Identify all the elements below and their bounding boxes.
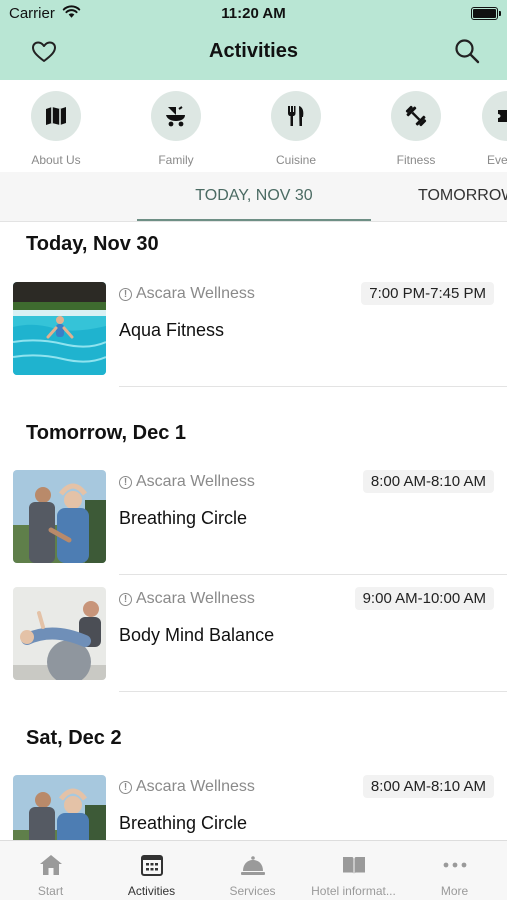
row-divider bbox=[119, 574, 507, 575]
category-label: Family bbox=[158, 153, 194, 167]
activity-image bbox=[13, 282, 106, 375]
venue-name: Ascara Wellness bbox=[136, 473, 255, 490]
dumbbell-icon bbox=[391, 91, 441, 141]
venue-name: Ascara Wellness bbox=[136, 590, 255, 607]
category-cuisine[interactable]: Cuisine bbox=[241, 91, 351, 167]
time-badge: 9:00 AM-10:00 AM bbox=[354, 587, 494, 610]
active-tab-indicator bbox=[137, 219, 371, 221]
fork-knife-icon bbox=[271, 91, 321, 141]
tab-label: Activities bbox=[127, 884, 176, 898]
info-icon: ! bbox=[119, 781, 132, 794]
date-tabs: TODAY, NOV 30 TOMORROW bbox=[0, 172, 507, 222]
activity-name: Breathing Circle bbox=[119, 813, 248, 833]
calendar-icon bbox=[141, 855, 163, 876]
tab-services[interactable]: Services bbox=[202, 841, 303, 900]
home-icon bbox=[40, 855, 62, 875]
pool-photo bbox=[13, 282, 106, 375]
tab-label: Hotel informat... bbox=[311, 884, 396, 898]
book-icon bbox=[343, 857, 365, 874]
time-badge: 8:00 AM-8:10 AM bbox=[362, 775, 494, 798]
activity-image bbox=[13, 470, 106, 563]
time-badge: 8:00 AM-8:10 AM bbox=[362, 470, 494, 493]
venue-name: Ascara Wellness bbox=[136, 285, 255, 302]
info-icon: ! bbox=[119, 288, 132, 301]
status-bar: Carrier 11:20 AM bbox=[0, 0, 507, 28]
battery-icon bbox=[471, 7, 498, 20]
activity-row[interactable]: ! Ascara Wellness 8:00 AM-8:10 AM Breathi… bbox=[0, 470, 507, 587]
clock: 11:20 AM bbox=[221, 5, 286, 22]
page-title: Activities bbox=[209, 40, 298, 62]
info-icon: ! bbox=[119, 593, 132, 606]
day-heading: Today, Nov 30 bbox=[26, 233, 159, 255]
activity-name: Aqua Fitness bbox=[119, 320, 225, 340]
row-divider bbox=[119, 386, 507, 387]
venue-label: ! Ascara Wellness bbox=[119, 590, 255, 608]
category-events[interactable]: Eve bbox=[451, 91, 507, 167]
activity-row[interactable]: ! Ascara Wellness 9:00 AM-10:00 AM Body M… bbox=[0, 587, 507, 704]
tab-hotel-information[interactable]: Hotel informat... bbox=[303, 841, 404, 900]
tab-more[interactable]: More bbox=[404, 841, 505, 900]
category-about-us[interactable]: About Us bbox=[1, 91, 111, 167]
time-badge: 7:00 PM-7:45 PM bbox=[361, 282, 494, 305]
tab-label: Start bbox=[37, 884, 64, 898]
bottom-tab-bar: Start Activities Services Hotel informat… bbox=[0, 840, 507, 900]
tab-activities[interactable]: Activities bbox=[101, 841, 202, 900]
venue-label: ! Ascara Wellness bbox=[119, 778, 255, 796]
info-icon: ! bbox=[119, 476, 132, 489]
category-label: Cuisine bbox=[275, 153, 317, 167]
search-icon[interactable] bbox=[453, 37, 481, 65]
activity-name: Breathing Circle bbox=[119, 508, 248, 528]
ball-photo bbox=[13, 587, 106, 680]
ticket-icon bbox=[482, 91, 507, 141]
tab-today[interactable]: TODAY, NOV 30 bbox=[137, 187, 371, 205]
venue-name: Ascara Wellness bbox=[136, 778, 255, 795]
category-family[interactable]: Family bbox=[121, 91, 231, 167]
stretch-photo bbox=[13, 470, 106, 563]
service-bell-icon bbox=[241, 856, 265, 875]
category-label: Eve bbox=[487, 153, 507, 167]
day-heading: Tomorrow, Dec 1 bbox=[26, 422, 187, 444]
row-divider bbox=[119, 691, 507, 692]
tab-start[interactable]: Start bbox=[0, 841, 101, 900]
more-dots-icon bbox=[443, 862, 467, 868]
tab-label: Services bbox=[229, 884, 276, 898]
tab-tomorrow[interactable]: TOMORROW bbox=[418, 187, 507, 205]
category-row: About Us Family Cuisine Fitness Eve bbox=[0, 80, 507, 172]
venue-label: ! Ascara Wellness bbox=[119, 285, 255, 303]
stroller-icon bbox=[151, 91, 201, 141]
venue-label: ! Ascara Wellness bbox=[119, 473, 255, 491]
map-icon bbox=[31, 91, 81, 141]
top-bar: Carrier 11:20 AM Activities bbox=[0, 0, 507, 80]
activity-name: Body Mind Balance bbox=[119, 625, 275, 645]
category-label: About Us bbox=[31, 153, 81, 167]
battery-tip bbox=[499, 11, 501, 16]
tab-label: More bbox=[440, 884, 469, 898]
activity-image bbox=[13, 587, 106, 680]
day-heading: Sat, Dec 2 bbox=[26, 727, 122, 749]
app-screen: Carrier 11:20 AM Activities About Us Fam… bbox=[0, 0, 507, 900]
activity-row[interactable]: ! Ascara Wellness 7:00 PM-7:45 PM Aqua Fi… bbox=[0, 282, 507, 399]
